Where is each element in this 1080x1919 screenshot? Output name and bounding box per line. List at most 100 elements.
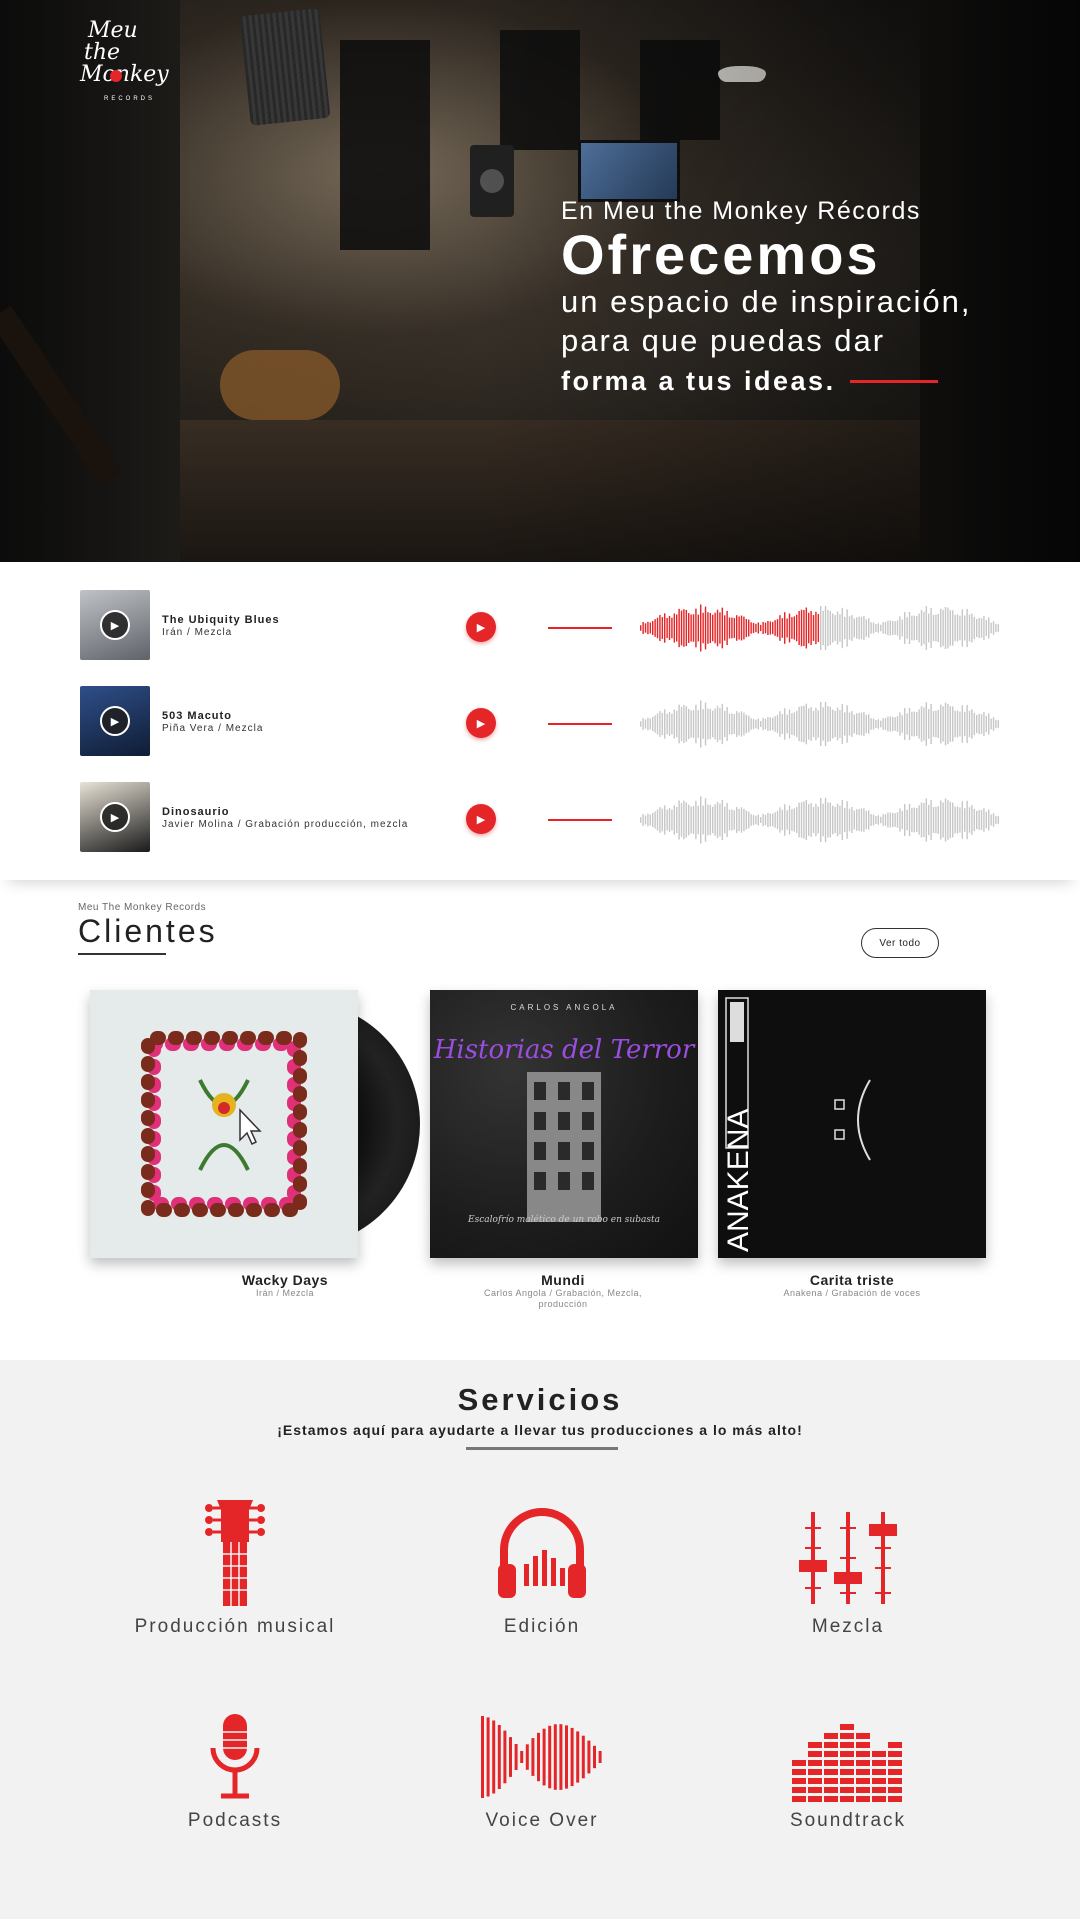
services-subtitle: ¡Estamos aquí para ayudarte a llevar tus… xyxy=(277,1422,803,1438)
waveform-bar xyxy=(796,710,798,738)
waveform-bar xyxy=(954,710,956,738)
equalizer-block xyxy=(792,1796,806,1802)
waveform-bar xyxy=(748,715,750,733)
equalizer-block xyxy=(840,1724,854,1730)
service-edicion[interactable]: Edición xyxy=(392,1498,692,1638)
track-cover[interactable]: ▶ xyxy=(80,782,150,852)
waveform-bar xyxy=(784,804,786,836)
album-cover-carita-triste[interactable]: ANAKENA xyxy=(718,990,986,1258)
waveform-bar xyxy=(973,808,976,832)
waveform-bar xyxy=(887,716,889,732)
equalizer-block xyxy=(840,1796,854,1802)
services-section: Servicios ¡Estamos aquí para ayudarte a … xyxy=(0,1360,1080,1919)
brand-logo[interactable]: Meu the Monkey RECORDS xyxy=(80,18,170,103)
waveform-bar xyxy=(887,812,889,828)
waveform-bar xyxy=(947,607,949,649)
waveform-bar xyxy=(736,615,738,641)
album-title[interactable]: Wacky Days xyxy=(200,1272,370,1288)
album-cover-wacky-days[interactable] xyxy=(90,990,358,1258)
waveform-bar xyxy=(791,617,793,639)
waveform-bar xyxy=(704,606,707,650)
play-icon[interactable]: ▶ xyxy=(100,610,130,640)
track-cover[interactable]: ▶ xyxy=(80,686,150,756)
waveform-bar xyxy=(880,816,882,824)
waveform-bar xyxy=(908,611,911,645)
waveform-bar xyxy=(707,612,709,644)
waveform-bar xyxy=(923,803,925,837)
service-podcasts[interactable]: Podcasts xyxy=(85,1712,385,1832)
see-all-button[interactable]: Ver todo xyxy=(861,928,939,958)
service-voice-over[interactable]: Voice Over xyxy=(392,1712,692,1832)
waveform-bar xyxy=(714,708,716,740)
play-button[interactable]: ▶ xyxy=(466,612,496,642)
album-title[interactable]: Mundi xyxy=(463,1272,663,1288)
waveform-bar xyxy=(748,811,750,829)
waveform-bar xyxy=(738,712,740,736)
waveform-bar xyxy=(738,616,740,640)
waveform-bar xyxy=(800,802,803,838)
waveform-bar xyxy=(925,798,928,842)
waveform-bar xyxy=(812,711,815,737)
waveform-bar xyxy=(944,606,947,650)
waveform-bar xyxy=(769,621,772,635)
hero-title: Ofrecemos xyxy=(561,223,881,286)
play-icon[interactable]: ▶ xyxy=(100,706,130,736)
waveform-bar xyxy=(733,617,736,639)
waveform-bar xyxy=(829,611,832,646)
waveform-bar xyxy=(856,617,858,639)
waveform-bar xyxy=(824,701,827,747)
waveform-bar xyxy=(997,720,1000,728)
waveform-bar xyxy=(659,807,661,833)
waveform-bar xyxy=(671,617,673,639)
service-mezcla[interactable]: Mezcla xyxy=(698,1498,998,1638)
waveform-bar xyxy=(661,712,664,736)
waveform-bar xyxy=(661,617,664,639)
waveform[interactable] xyxy=(640,698,1000,750)
waveform[interactable] xyxy=(640,794,1000,846)
waveform-bar xyxy=(786,618,788,638)
waveform-bar xyxy=(916,616,918,640)
play-button[interactable]: ▶ xyxy=(466,708,496,738)
waveform-bar xyxy=(925,702,928,746)
waveform[interactable] xyxy=(640,602,1000,654)
waveform-bar xyxy=(740,711,743,737)
equalizer-block xyxy=(808,1760,822,1766)
equalizer-block xyxy=(856,1796,870,1802)
waveform-bar xyxy=(788,805,791,835)
waveform-bar xyxy=(697,805,700,835)
play-button[interactable]: ▶ xyxy=(466,804,496,834)
equalizer-block xyxy=(840,1778,854,1784)
waveform-bar xyxy=(719,612,721,644)
soundwave-bar xyxy=(548,1725,552,1789)
waveform-bar xyxy=(649,622,652,634)
waveform-bar xyxy=(726,802,728,838)
waveform-bar xyxy=(995,815,997,825)
waveform-bar xyxy=(731,809,733,831)
waveform-bar xyxy=(913,807,916,833)
service-soundtrack[interactable]: Soundtrack xyxy=(698,1712,998,1832)
equalizer-block xyxy=(840,1751,854,1757)
waveform-bar xyxy=(839,709,841,739)
soundwave-bar xyxy=(520,1751,524,1763)
album-title[interactable]: Carita triste xyxy=(752,1272,952,1288)
waveform-bar xyxy=(793,712,796,736)
album-cover-mundi[interactable]: CARLOS ANGOLA Historias del Terror Escal… xyxy=(430,990,698,1258)
waveform-bar xyxy=(683,704,685,744)
equalizer-block xyxy=(808,1787,822,1793)
waveform-bar xyxy=(820,606,822,650)
soundwave-bar xyxy=(509,1737,512,1777)
track-meta: Piña Vera / Mezcla xyxy=(162,723,264,734)
waveform-bar xyxy=(841,799,844,841)
service-produccion-musical[interactable]: Producción musical xyxy=(85,1498,385,1638)
waveform-bar xyxy=(964,615,966,641)
play-icon[interactable]: ▶ xyxy=(100,802,130,832)
waveform-bar xyxy=(882,814,884,826)
waveform-bar xyxy=(640,817,642,823)
album-art: CARLOS ANGOLA Historias del Terror Escal… xyxy=(433,1003,696,1225)
waveform-bar xyxy=(834,806,836,834)
track-cover[interactable]: ▶ xyxy=(80,590,150,660)
waveform-bar xyxy=(976,619,978,637)
waveform-bar xyxy=(966,704,968,744)
waveform-bar xyxy=(954,806,956,834)
waveform-bar xyxy=(690,710,692,738)
